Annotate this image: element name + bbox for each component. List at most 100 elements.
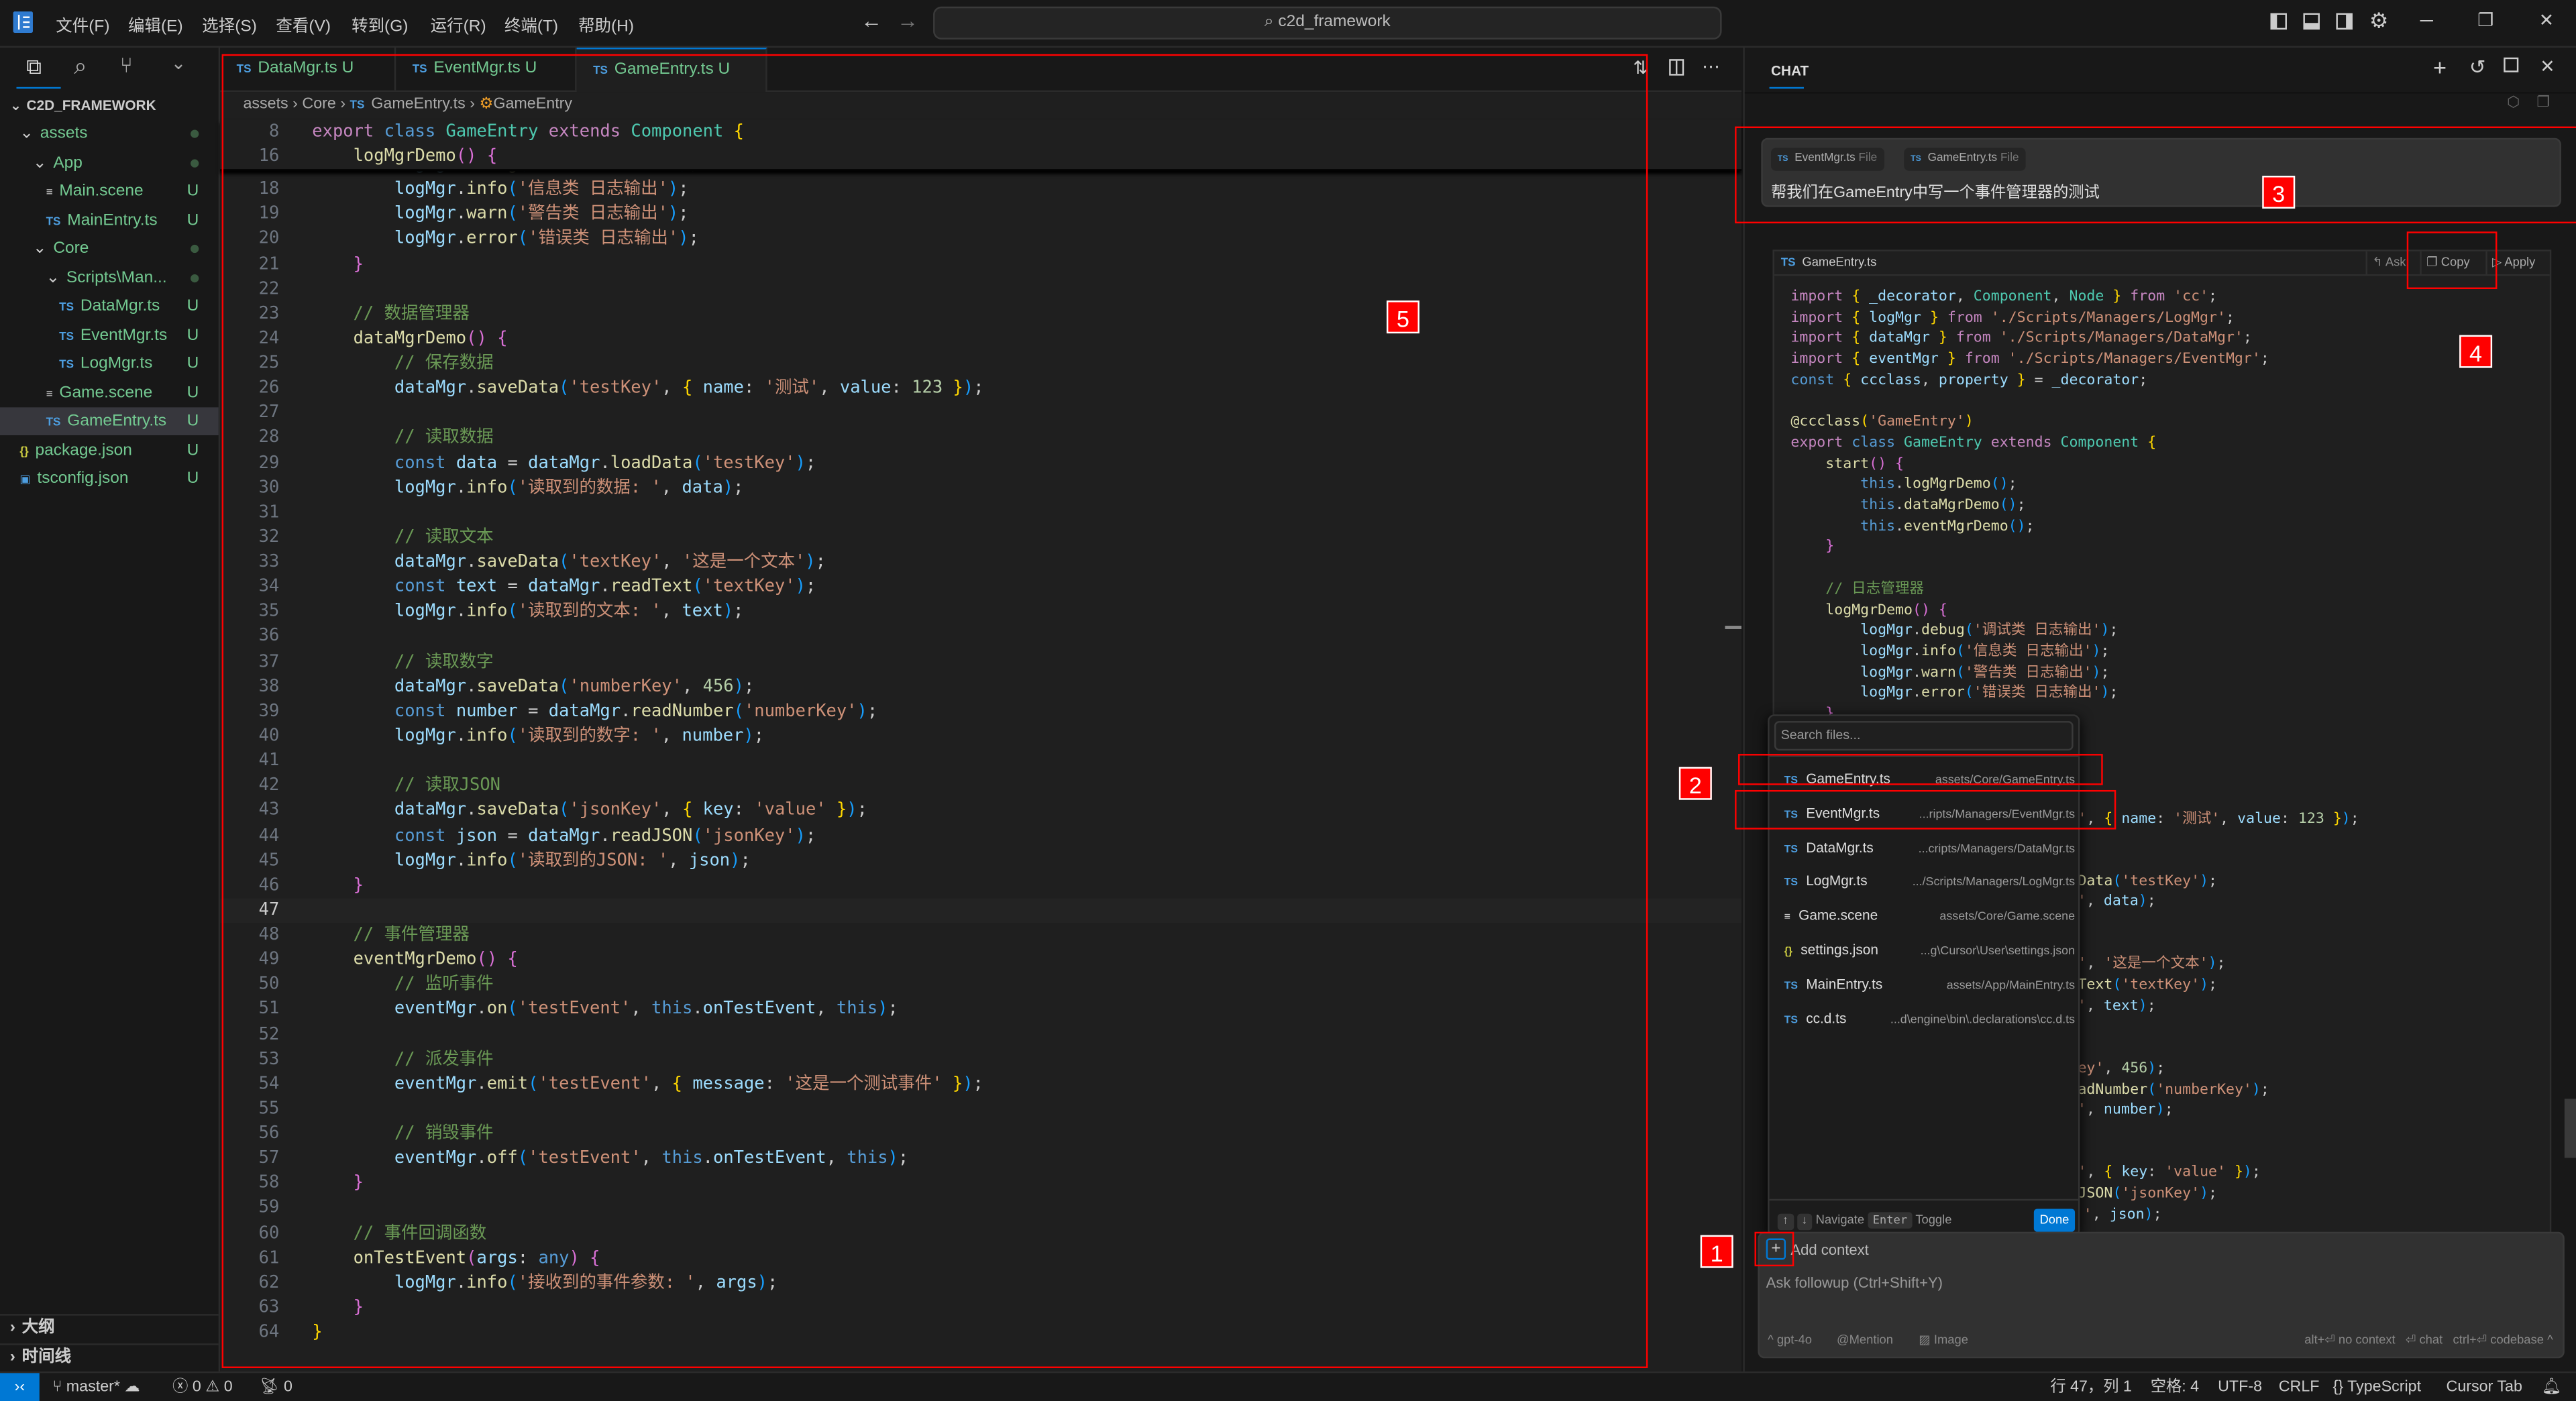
modified-dot (191, 244, 199, 254)
code-line[interactable] (1790, 392, 2549, 412)
remote-button[interactable]: ›‹ (0, 1373, 40, 1401)
history-icon[interactable]: ↺ (2469, 56, 2486, 78)
toggle-primary-sidebar-icon[interactable] (2267, 10, 2290, 33)
code-line[interactable]: @ccclass('GameEntry') (1790, 412, 2549, 433)
file-picker-item[interactable]: ≡ Game.scene assets/Core/Game.scene (1770, 899, 2082, 933)
code-line[interactable]: logMgrDemo() { (1790, 600, 2549, 621)
code-line[interactable]: this.logMgrDemo(); (1790, 475, 2549, 496)
back-arrow-icon[interactable]: ← (861, 8, 882, 33)
menu-item[interactable]: 帮助(H) (578, 11, 634, 36)
ask-button[interactable]: ↰ Ask (2365, 251, 2406, 274)
restore-icon[interactable]: ❐ (2474, 10, 2497, 33)
outline-section[interactable]: › 大纲 (0, 1314, 219, 1342)
workspace-root[interactable]: ⌄ C2D_FRAMEWORK (0, 92, 219, 120)
search-view-icon[interactable]: ⌕ (74, 52, 87, 80)
copy-conversation-icon[interactable]: ❐ (2536, 94, 2550, 112)
code-line[interactable]: logMgr.error('错误类 日志输出'); (1790, 684, 2549, 705)
tree-item[interactable]: ⌄ Core (0, 235, 219, 263)
notifications-bell-icon[interactable]: 🔔︎ (2542, 1373, 2562, 1401)
no-context-hint[interactable]: alt+⏎ no context (2304, 1332, 2395, 1347)
source-control-icon[interactable]: ⑂ (120, 52, 133, 77)
menu-item[interactable]: 转到(G) (352, 11, 408, 36)
toggle-panel-icon[interactable] (2300, 10, 2323, 33)
codebase-hint[interactable]: ctrl+⏎ codebase (2453, 1332, 2544, 1347)
tree-item[interactable]: TS MainEntry.ts U (0, 206, 219, 234)
forward-arrow-icon[interactable]: → (897, 8, 918, 33)
tree-item[interactable]: TS DataMgr.ts U (0, 292, 219, 321)
settings-gear-icon[interactable]: ⚙ (2367, 9, 2390, 33)
cursor-tab[interactable]: Cursor Tab (2447, 1373, 2522, 1401)
file-picker-item[interactable]: {} settings.json ...g\Cursor\User\settings… (1770, 933, 2082, 967)
minimize-icon[interactable]: ─ (2415, 10, 2438, 33)
menu-item[interactable]: 查看(V) (276, 11, 331, 36)
file-path: assets/Core/Game.scene (1939, 908, 2076, 923)
indentation[interactable]: 空格: 4 (2151, 1373, 2199, 1401)
command-center-search[interactable]: ⌕ c2d_framework (933, 6, 1722, 40)
code-text: start() { (1825, 455, 1904, 473)
chevron-up-icon[interactable]: ^ (2547, 1332, 2553, 1347)
code-line[interactable]: logMgr.debug('调试类 日志输出'); (1790, 621, 2549, 642)
more-views-chevron-icon[interactable]: ⌄ (171, 52, 186, 74)
code-line[interactable]: import { logMgr } from './Scripts/Manage… (1790, 309, 2549, 329)
model-selector[interactable]: ^ gpt-4o (1768, 1332, 1812, 1347)
toggle-secondary-sidebar-icon[interactable] (2333, 10, 2356, 33)
tree-item[interactable]: TS GameEntry.ts U (0, 407, 219, 435)
untracked-badge: U (186, 469, 199, 488)
code-line[interactable]: // 日志管理器 (1790, 579, 2549, 600)
code-line[interactable]: const { ccclass, property } = _decorator… (1790, 371, 2549, 392)
tree-item[interactable]: ≡ Game.scene U (0, 378, 219, 406)
code-line[interactable]: import { dataMgr } from './Scripts/Manag… (1790, 329, 2549, 350)
tree-item[interactable]: {} package.json U (0, 436, 219, 464)
code-line[interactable]: this.dataMgrDemo(); (1790, 496, 2549, 517)
chat-hint[interactable]: ⏎ chat (2406, 1332, 2443, 1347)
tree-item[interactable]: ▣ tsconfig.json U (0, 465, 219, 493)
menu-item[interactable]: 编辑(E) (128, 11, 183, 36)
close-panel-icon[interactable]: ✕ (2540, 56, 2555, 77)
menu-item[interactable]: 文件(F) (56, 11, 109, 36)
mention-button[interactable]: @Mention (1837, 1332, 1893, 1347)
encoding[interactable]: UTF-8 (2218, 1373, 2262, 1401)
tree-item[interactable]: ⌄ assets (0, 120, 219, 148)
tree-item[interactable]: ≡ Main.scene U (0, 177, 219, 205)
code-line[interactable]: import { _decorator, Component, Node } f… (1790, 288, 2549, 309)
code-line[interactable] (1790, 559, 2549, 579)
code-line[interactable]: this.eventMgrDemo(); (1790, 517, 2549, 538)
problems-button[interactable]: ⓧ 0 ⚠ 0 (172, 1373, 233, 1401)
more-actions-icon[interactable]: ⋯ (1702, 56, 1720, 77)
cursor-position[interactable]: 行 47，列 1 (2050, 1373, 2132, 1401)
code-line[interactable]: logMgr.info('信息类 日志输出'); (1790, 642, 2549, 663)
code-line[interactable]: import { eventMgr } from './Scripts/Mana… (1790, 350, 2549, 371)
file-picker-item[interactable]: TS DataMgr.ts ...cripts/Managers/DataMgr.t… (1770, 830, 2082, 864)
code-line[interactable]: start() { (1790, 454, 2549, 475)
branch-button[interactable]: ⑂ master* ☁ (52, 1373, 140, 1401)
file-search-input[interactable]: Search files... (1774, 721, 2074, 751)
scrollbar-thumb[interactable] (2564, 1099, 2576, 1158)
followup-input[interactable]: Ask followup (Ctrl+Shift+Y) (1766, 1274, 2555, 1290)
split-editor-icon[interactable] (1669, 59, 1684, 76)
new-chat-icon[interactable]: + (2433, 54, 2447, 80)
tree-item[interactable]: TS EventMgr.ts U (0, 321, 219, 349)
file-picker-item[interactable]: TS MainEntry.ts assets/App/MainEntry.ts (1770, 967, 2082, 1001)
cube-icon[interactable]: ⬡ (2507, 94, 2520, 112)
tree-item[interactable]: ⌄ App (0, 149, 219, 177)
code-line[interactable]: } (1790, 538, 2549, 559)
code-line[interactable]: logMgr.warn('警告类 日志输出'); (1790, 663, 2549, 683)
done-button[interactable]: Done (2033, 1209, 2076, 1232)
add-context-label[interactable]: Add context (1790, 1241, 1868, 1257)
close-window-icon[interactable]: ✕ (2535, 10, 2558, 33)
language-mode[interactable]: {} TypeScript (2333, 1373, 2422, 1401)
maximize-panel-icon[interactable] (2504, 57, 2519, 72)
menu-item[interactable]: 运行(R) (431, 11, 486, 36)
menu-item[interactable]: 选择(S) (202, 11, 257, 36)
code-line[interactable]: export class GameEntry extends Component… (1790, 433, 2549, 454)
tree-item[interactable]: ⌄ Scripts\Man... (0, 264, 219, 292)
explorer-icon[interactable]: ⧉ (26, 54, 42, 80)
ports-button[interactable]: 📡︎ 0 (260, 1373, 292, 1401)
tree-item[interactable]: TS LogMgr.ts U (0, 350, 219, 378)
timeline-section[interactable]: › 时间线 (0, 1343, 219, 1371)
file-picker-item[interactable]: TS LogMgr.ts .../Scripts/Managers/LogMgr.t… (1770, 864, 2082, 899)
file-picker-item[interactable]: TS cc.d.ts ...d\engine\bin\.declarations\c… (1770, 1001, 2082, 1035)
menu-item[interactable]: 终端(T) (504, 11, 558, 36)
line-ending[interactable]: CRLF (2279, 1373, 2320, 1401)
image-button[interactable]: ▨ Image (1919, 1332, 1968, 1347)
